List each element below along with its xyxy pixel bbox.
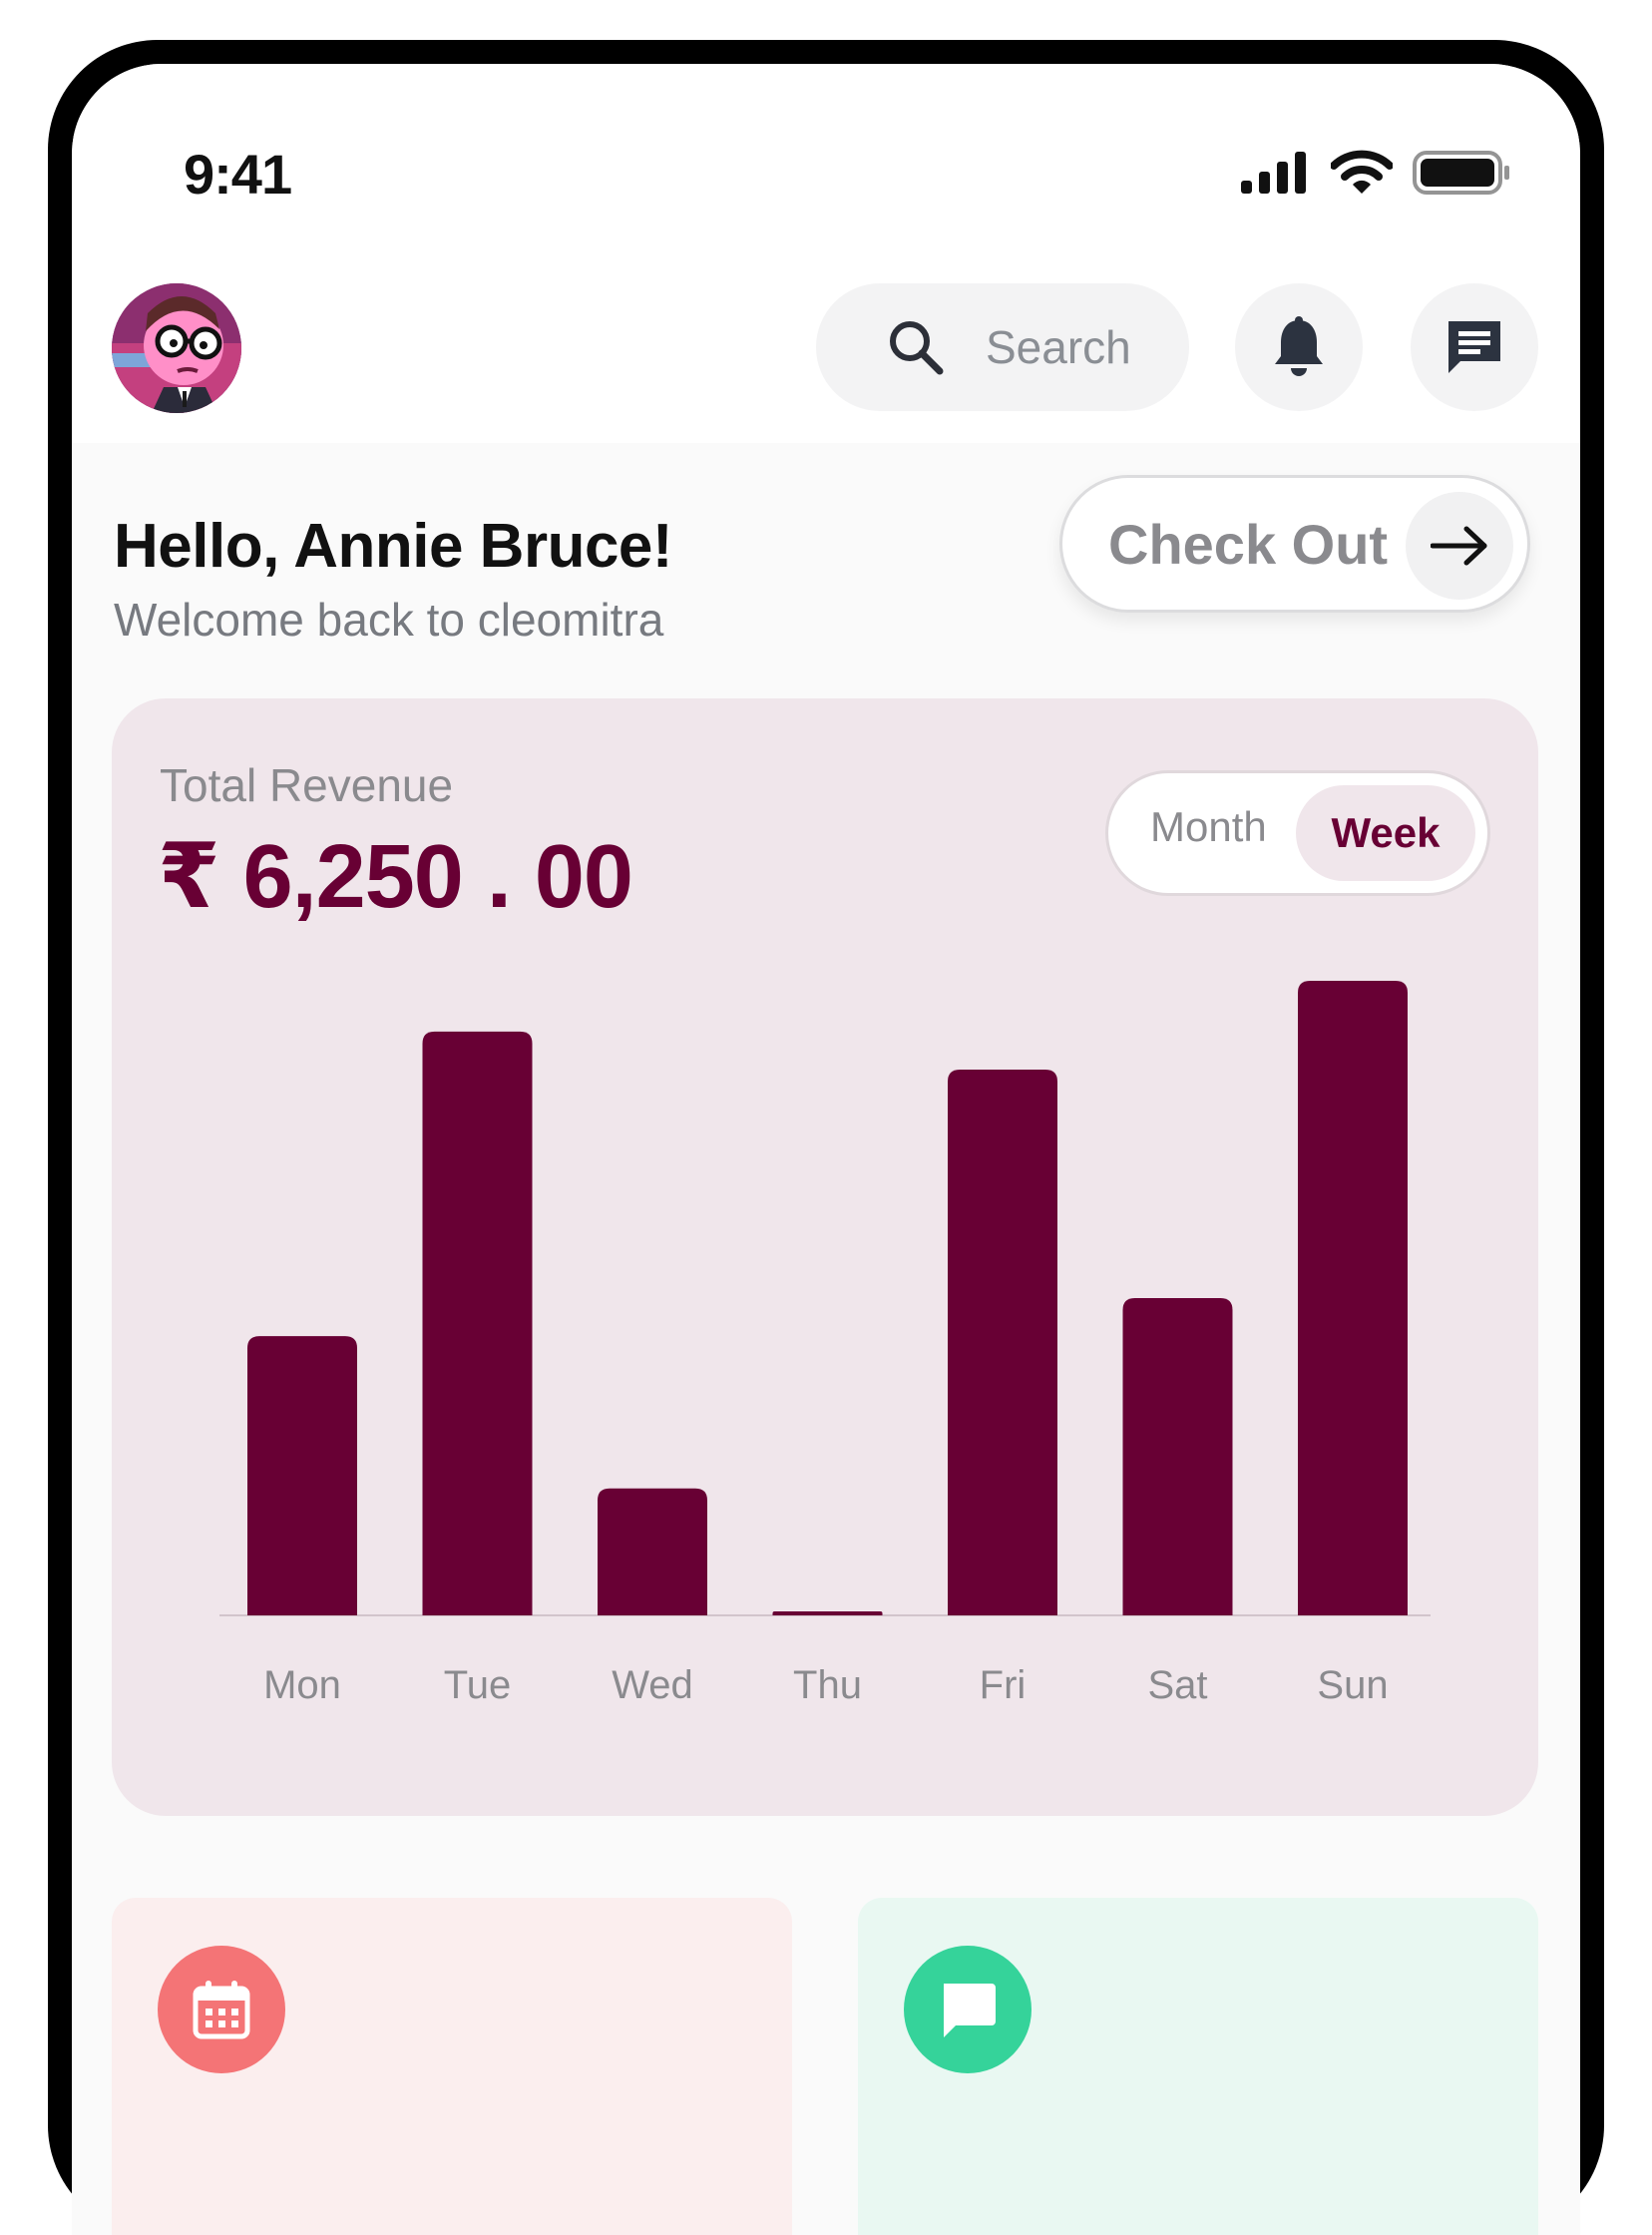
avatar-illustration [112, 283, 241, 413]
chart-bar-fri[interactable] [948, 1070, 1057, 1615]
chart-tick-label-mon: Mon [263, 1663, 341, 1707]
chat-icon-circle [904, 1946, 1032, 2073]
chart-tick-label-sun: Sun [1317, 1663, 1388, 1707]
arrow-right-icon-wrap [1406, 492, 1513, 600]
messages-button[interactable] [1411, 283, 1538, 411]
check-out-label: Check Out [1108, 512, 1389, 576]
chat-icon [944, 1984, 996, 2037]
app-screen: 9:41 Search Hello, Annie Bruce! Welcome … [72, 64, 1580, 2235]
notifications-button[interactable] [1235, 283, 1363, 411]
wifi-icon [1331, 150, 1393, 194]
search-bar[interactable]: Search [816, 283, 1189, 411]
message-icon [1448, 321, 1500, 373]
chart-tick-label-sat: Sat [1147, 1663, 1207, 1707]
header-area [72, 64, 1580, 443]
bottom-card-calendar[interactable] [112, 1898, 792, 2235]
battery-icon [1413, 151, 1509, 195]
status-icons [1239, 150, 1510, 196]
chart-tick-label-tue: Tue [444, 1663, 511, 1707]
phone-frame: 9:41 Search Hello, Annie Bruce! Welcome … [48, 40, 1604, 2235]
search-icon [890, 321, 944, 375]
greeting-subtitle: Welcome back to cleomitra [114, 594, 664, 646]
calendar-icon-circle [158, 1946, 285, 2073]
greeting-title: Hello, Annie Bruce! [114, 512, 673, 581]
bell-icon [1275, 316, 1323, 376]
chart-bar-mon[interactable] [247, 1336, 357, 1615]
chart-bar-wed[interactable] [598, 1488, 707, 1615]
signal-icon [1241, 152, 1306, 194]
avatar[interactable] [112, 283, 241, 413]
bottom-card-chat[interactable] [858, 1898, 1538, 2235]
revenue-card: Total Revenue ₹ 6,250 . 00 Month Week Mo… [112, 698, 1538, 1816]
calendar-icon [193, 1981, 250, 2039]
chart-tick-label-wed: Wed [612, 1663, 693, 1707]
chart-bar-sun[interactable] [1298, 981, 1408, 1615]
status-time: 9:41 [184, 143, 292, 206]
chart-bar-sat[interactable] [1122, 1298, 1233, 1615]
chart-tick-label-thu: Thu [793, 1663, 862, 1707]
arrow-right-icon [1431, 526, 1487, 566]
chart-bar-thu[interactable] [772, 1611, 883, 1615]
chart-tick-label-fri: Fri [980, 1663, 1027, 1707]
search-label: Search [986, 321, 1131, 373]
revenue-bar-chart: Mon Tue Wed Thu Fri Sat Sun [219, 981, 1431, 1707]
chart-bar-tue[interactable] [422, 1031, 533, 1615]
check-out-button[interactable]: Check Out [1059, 475, 1530, 613]
